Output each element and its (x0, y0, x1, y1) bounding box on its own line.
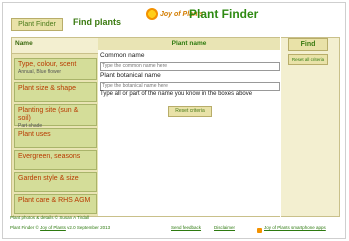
disclaimer-link-wrap: Disclaimer (214, 225, 235, 230)
photo-credit: Plant photos & details © Susan A Tirdall (10, 215, 90, 220)
send-feedback-link[interactable]: Send feedback (171, 225, 201, 230)
menu-item-title: Planting site (sun & soil) (18, 107, 79, 122)
apps-link-wrap: Joy of Plants smartphone apps (264, 225, 326, 230)
menu-item-size-shape[interactable]: Plant size & shape (14, 82, 97, 102)
criteria-menu: Name Type, colour, scent Annual, Blue fl… (11, 37, 100, 217)
common-name-label: Common name (100, 52, 145, 59)
botanical-name-input[interactable] (100, 82, 280, 91)
menu-item-subtitle: Annual, Blue flower (18, 69, 62, 75)
plant-finder-tab[interactable]: Plant Finder (11, 18, 63, 31)
app-frame: Plant Finder Find plants Joy of Plants P… (2, 2, 346, 239)
menu-item-name[interactable]: Name (12, 38, 99, 54)
menu-item-title: Evergreen, seasons (18, 153, 81, 160)
menu-item-title: Type, colour, scent (18, 61, 77, 68)
name-hint: Type all or part of the name you know in… (100, 91, 253, 97)
feedback-link-wrap: Send feedback (171, 225, 201, 230)
menu-item-evergreen-seasons[interactable]: Evergreen, seasons (14, 150, 97, 170)
page-title: Plant Finder (189, 7, 259, 21)
version-line: Plant Finder © Joy of Plants v2.0 Septem… (10, 225, 110, 230)
plant-name-heading: Plant name (98, 38, 280, 50)
menu-item-title: Garden style & size (18, 175, 79, 182)
reset-criteria-button[interactable]: Reset criteria (168, 106, 212, 117)
common-name-input[interactable] (100, 62, 280, 71)
smartphone-apps-link[interactable]: Joy of Plants smartphone apps (264, 225, 326, 230)
reset-all-criteria-button[interactable]: Reset all criteria (288, 54, 328, 65)
apps-icon (257, 228, 262, 233)
menu-item-type-colour-scent[interactable]: Type, colour, scent Annual, Blue flower (14, 58, 97, 80)
menu-item-garden-style[interactable]: Garden style & size (14, 172, 97, 192)
menu-item-planting-site[interactable]: Planting site (sun & soil) Part shade (14, 104, 97, 129)
version-suffix: v2.0 September 2013 (67, 225, 111, 230)
disclaimer-link[interactable]: Disclaimer (214, 225, 235, 230)
joy-of-plants-link[interactable]: Joy of Plants (40, 225, 66, 230)
menu-item-title: Plant size & shape (18, 85, 76, 92)
menu-item-plant-uses[interactable]: Plant uses (14, 128, 97, 148)
find-button[interactable]: Find (288, 38, 328, 51)
version-prefix: Plant Finder © (10, 225, 39, 230)
sun-icon (146, 8, 158, 20)
plant-name-panel: Plant name Common name Plant botanical n… (98, 37, 280, 217)
action-panel: Find Reset all criteria (281, 37, 340, 217)
menu-item-title: Plant uses (18, 131, 51, 138)
botanical-name-label: Plant botanical name (100, 72, 161, 79)
find-plants-heading: Find plants (73, 17, 121, 27)
menu-item-title: Plant care & RHS AGM (18, 197, 91, 204)
menu-item-plant-care[interactable]: Plant care & RHS AGM (14, 194, 97, 214)
